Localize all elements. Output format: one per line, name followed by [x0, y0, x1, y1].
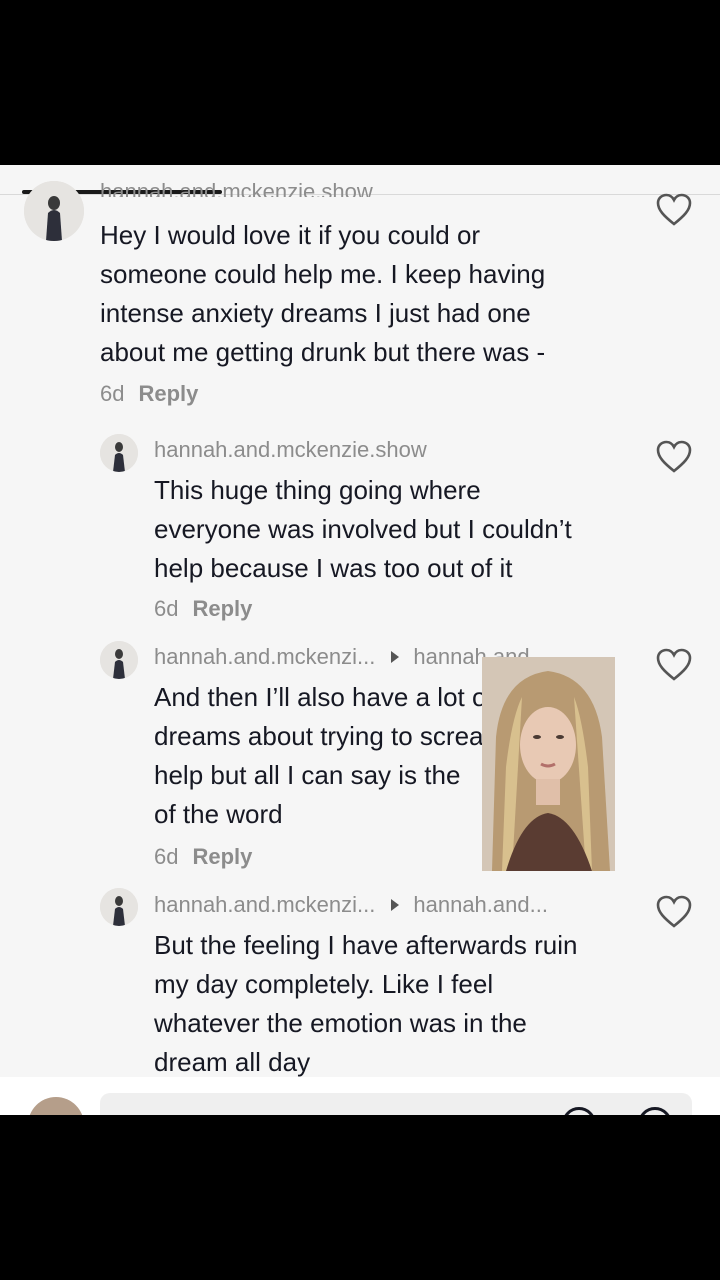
comment-text: But the feeling I have afterwards ruin m…	[154, 926, 577, 1082]
comment-line: intense anxiety dreams I just had one	[100, 298, 531, 328]
comment-line: someone could help me. I keep having	[100, 259, 546, 289]
reply-to-username[interactable]: hannah.and...	[413, 892, 548, 917]
comment-username[interactable]: hannah.and.mckenzie.show	[154, 437, 427, 463]
heart-outline-icon[interactable]	[656, 895, 692, 929]
heart-outline-icon[interactable]	[656, 440, 692, 474]
reply-button[interactable]: Reply	[192, 596, 252, 621]
comment-text: Hey I would love it if you could or some…	[100, 216, 545, 372]
comment-line: whatever the emotion was in the	[154, 1008, 527, 1038]
avatar[interactable]	[100, 888, 138, 926]
comment-line: about me getting drunk but there was -	[100, 337, 546, 367]
comment-line: This huge thing going where	[154, 475, 481, 505]
triangle-right-icon	[391, 651, 400, 664]
avatar[interactable]	[24, 181, 84, 241]
comment-text: This huge thing going where everyone was…	[154, 471, 572, 588]
comment-input[interactable]	[100, 1093, 692, 1115]
username-text[interactable]: hannah.and.mckenzi...	[154, 892, 375, 917]
comment-line: help because I was too out of it	[154, 553, 513, 583]
comment-time: 6d	[154, 844, 179, 869]
heart-outline-icon[interactable]	[656, 193, 692, 227]
comment-meta: 6d Reply	[100, 381, 198, 407]
comment-line: my day completely. Like I feel	[154, 969, 494, 999]
comment-meta: 6d Reply	[154, 844, 252, 870]
reply-button[interactable]: Reply	[192, 844, 252, 869]
comment-line: But the feeling I have afterwards ruin	[154, 930, 578, 960]
comment-username[interactable]: hannah.and.mckenzie.show	[100, 181, 373, 197]
avatar[interactable]	[100, 434, 138, 472]
username-text[interactable]: hannah.and.mckenzi...	[154, 644, 375, 669]
comment-time: 6d	[154, 596, 179, 621]
avatar[interactable]	[100, 641, 138, 679]
creator-video-overlay	[482, 657, 615, 871]
comment-line: everyone was involved but I couldn’t	[154, 514, 572, 544]
comments-panel: hannah.and.mckenzie.show Hey I would lov…	[0, 165, 720, 1115]
comment-line: Hey I would love it if you could or	[100, 220, 481, 250]
comment-time: 6d	[100, 381, 125, 406]
comment-meta: 6d Reply	[154, 596, 252, 622]
triangle-right-icon	[391, 899, 400, 912]
comment-username[interactable]: hannah.and.mckenzi... hannah.and...	[154, 892, 548, 918]
reply-button[interactable]: Reply	[138, 381, 198, 406]
heart-outline-icon[interactable]	[656, 648, 692, 682]
